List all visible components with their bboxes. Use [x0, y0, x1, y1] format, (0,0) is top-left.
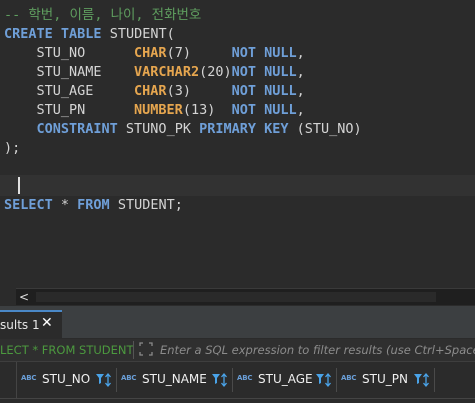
results-filter-bar: LECT * FROM STUDENT [0, 339, 475, 362]
sql-keyword: NOT [231, 102, 256, 118]
sql-text: ); [4, 140, 21, 156]
sql-keyword: NULL [264, 64, 297, 80]
sql-keyword: CONSTRAINT [36, 121, 118, 137]
code-line[interactable]: STU_NAME VARCHAR2(20)NOT NULL, [4, 63, 305, 82]
column-name: STU_AGE [258, 372, 313, 386]
text-type-icon: ABC [21, 374, 37, 382]
column-header-stu-age[interactable]: ABC STU_AGE [233, 368, 337, 392]
results-tab-bar: sults 1 ✕ [0, 306, 475, 338]
filter-expression-input[interactable] [157, 340, 475, 360]
sql-editor[interactable]: -- 학번, 이름, 나이, 전화번호 CREATE TABLE STUDENT(… [0, 0, 475, 288]
sql-type: VARCHAR2 [134, 64, 200, 80]
row-number-gutter [0, 362, 17, 398]
sql-text: (3) [166, 83, 232, 99]
sql-text: (13) [182, 102, 232, 118]
sql-keyword: CREATE [4, 26, 53, 42]
sql-type: NUMBER [134, 102, 183, 118]
sql-text: , [296, 45, 305, 61]
filter-divider [133, 341, 134, 359]
column-header-stu-pn[interactable]: ABC STU_PN [337, 368, 435, 392]
text-type-icon: ABC [121, 374, 137, 382]
close-icon[interactable]: ✕ [41, 315, 53, 331]
sql-keyword: NOT [231, 45, 256, 61]
sql-keyword: TABLE [60, 26, 102, 42]
expand-filter-icon[interactable] [139, 342, 153, 356]
sql-text: STUDENT; [109, 197, 183, 213]
column-name: STU_PN [362, 372, 408, 386]
editor-horizontal-scrollbar[interactable]: < [16, 288, 475, 305]
sql-keyword: NULL [264, 45, 297, 61]
sql-text: , [296, 83, 305, 99]
sql-text: (STU_NO) [288, 121, 362, 137]
sql-keyword: NULL [264, 83, 297, 99]
sql-text: * [52, 197, 78, 213]
tab-results-1[interactable]: sults 1 ✕ [0, 310, 62, 338]
result-grid-header: ABC STU_NO ABC STU_NAME ABC STU_AGE ABC … [0, 362, 475, 398]
sql-keyword: NOT [231, 83, 256, 99]
sql-text: , [296, 64, 305, 80]
active-query-label: LECT * FROM STUDENT [0, 343, 134, 357]
scroll-left-arrow-icon[interactable]: < [18, 289, 30, 305]
sql-text: STU_AGE [4, 83, 135, 99]
text-type-icon: ABC [237, 374, 253, 382]
filter-sort-icon[interactable] [315, 372, 333, 388]
text-type-icon: ABC [341, 374, 357, 382]
current-line-highlight [0, 175, 475, 196]
scrollbar-thumb[interactable] [36, 292, 436, 302]
column-name: STU_NO [42, 372, 91, 386]
filter-sort-icon[interactable] [211, 372, 229, 388]
column-header-stu-no[interactable]: ABC STU_NO [17, 368, 117, 392]
code-line[interactable]: STU_AGE CHAR(3) NOT NULL, [4, 82, 305, 101]
sql-keyword: SELECT [4, 197, 53, 213]
sql-text: , [296, 102, 305, 118]
code-line[interactable]: CREATE TABLE STUDENT( [4, 25, 175, 44]
sql-type: CHAR [134, 83, 167, 99]
code-line[interactable]: ); [4, 139, 20, 158]
code-line[interactable]: STU_PN NUMBER(13) NOT NULL, [4, 101, 305, 120]
sql-keyword: PRIMARY [199, 121, 256, 137]
sql-text: STU_PN [4, 102, 135, 118]
code-line[interactable]: -- 학번, 이름, 나이, 전화번호 [4, 6, 201, 25]
sql-comment: -- 학번, 이름, 나이, 전화번호 [4, 7, 202, 23]
sql-text: (7) [166, 45, 232, 61]
sql-keyword: NULL [264, 102, 297, 118]
column-name: STU_NAME [142, 372, 207, 386]
sql-text: STUDENT( [101, 26, 175, 42]
sql-keyword: KEY [264, 121, 289, 137]
sql-text: STU_NAME [4, 64, 135, 80]
filter-sort-icon[interactable] [413, 372, 431, 388]
sql-text: (20) [199, 64, 232, 80]
sql-type: CHAR [134, 45, 167, 61]
sql-keyword: FROM [77, 197, 110, 213]
result-grid-body [0, 398, 475, 403]
sql-text: STU_NO [4, 45, 135, 61]
sql-text: STUNO_PK [117, 121, 200, 137]
text-caret [18, 177, 20, 194]
code-line[interactable]: STU_NO CHAR(7) NOT NULL, [4, 44, 305, 63]
code-line[interactable]: CONSTRAINT STUNO_PK PRIMARY KEY (STU_NO) [4, 120, 362, 139]
code-line[interactable]: SELECT * FROM STUDENT; [4, 196, 183, 215]
column-header-stu-name[interactable]: ABC STU_NAME [117, 368, 233, 392]
sql-keyword: NOT [231, 64, 256, 80]
results-tab-label: sults 1 [0, 318, 40, 332]
filter-sort-icon[interactable] [95, 372, 113, 388]
